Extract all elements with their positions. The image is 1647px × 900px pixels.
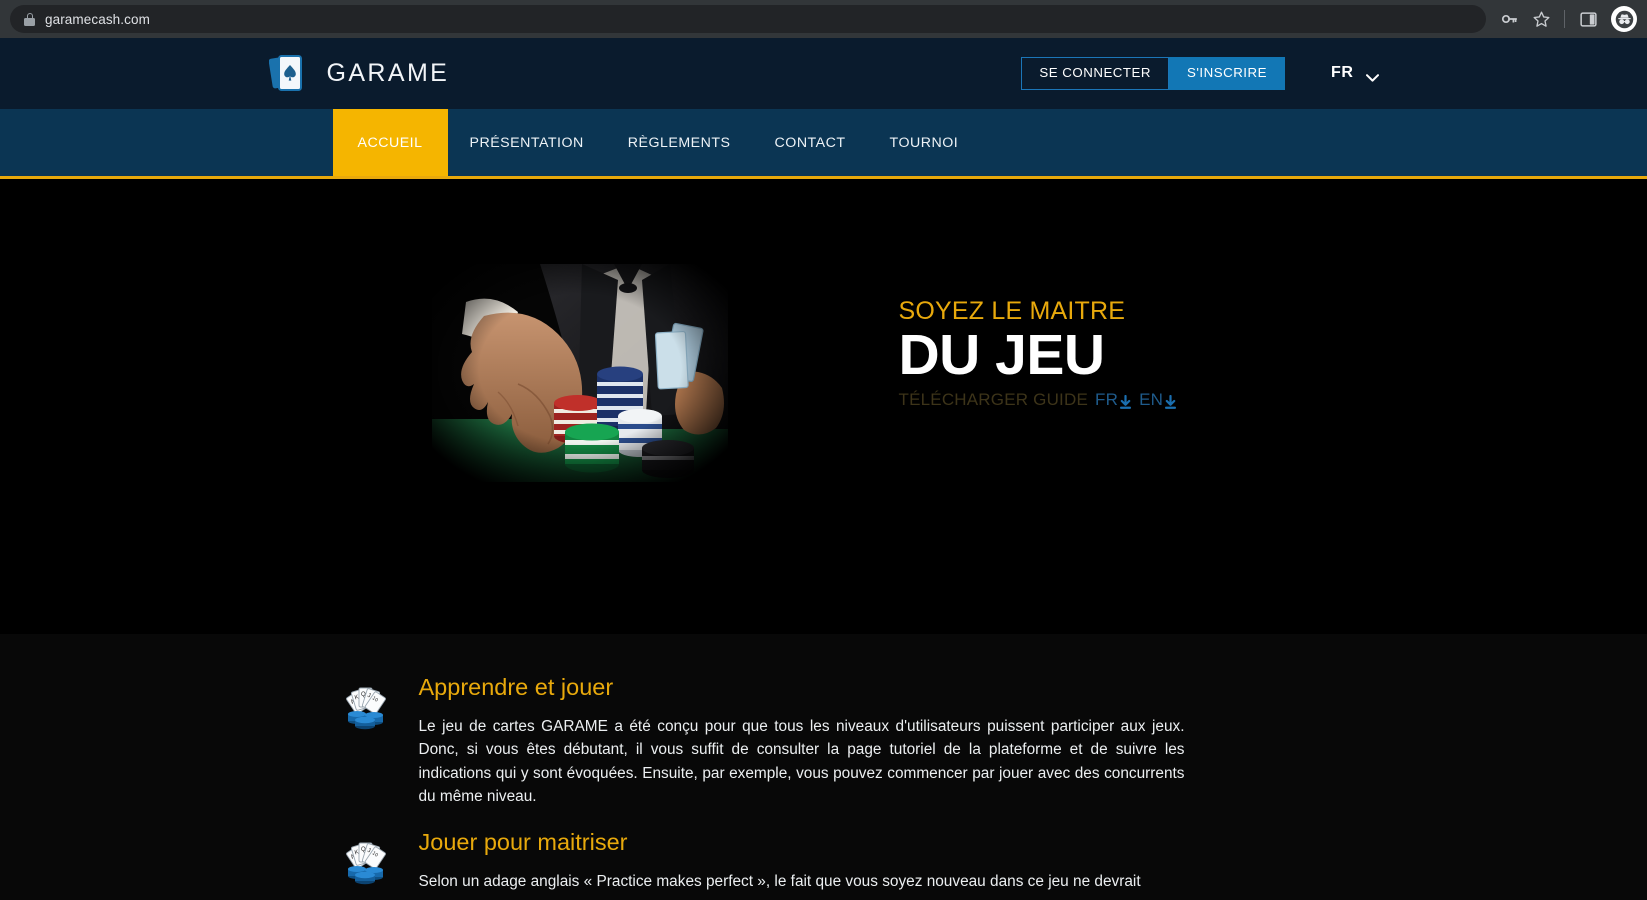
playing-cards-icon [268,51,311,97]
bookmark-star-icon[interactable] [1526,4,1556,34]
nav-label: RÈGLEMENTS [627,134,731,151]
download-guide-en[interactable]: EN [1139,390,1177,410]
download-guide-label: TÉLÉCHARGER GUIDE [898,390,1088,410]
hero-copy: SOYEZ LE MAITRE DU JEU TÉLÉCHARGER GUIDE… [899,299,1319,410]
page-root: GARAME SE CONNECTER S'INSCRIRE FR ACCUEI… [0,38,1647,900]
feature-item: A K Q J 10 [269,829,1379,893]
toolbar-divider [1564,10,1565,28]
url-text: garamecash.com [45,11,150,27]
hero-section: SOYEZ LE MAITRE DU JEU TÉLÉCHARGER GUIDE… [0,179,1647,634]
signup-button[interactable]: S'INSCRIRE [1169,57,1285,90]
language-selector[interactable]: FR [1330,64,1379,83]
feature-body: Apprendre et jouer Le jeu de cartes GARA… [419,674,1185,809]
nav-left-spacer [269,109,333,176]
language-label: FR [1330,64,1354,82]
card-fan-chips-icon: A K Q J 10 [343,684,389,730]
download-fr-label: FR [1095,390,1119,410]
features-section: A K Q J 10 Apprendre et jouer Le jeu de … [0,634,1647,900]
nav-label: PRÉSENTATION [469,134,584,151]
browser-actions [1494,4,1637,34]
nav-item-reglements[interactable]: RÈGLEMENTS [606,109,753,176]
site-header: GARAME SE CONNECTER S'INSCRIRE FR [268,38,1379,109]
browser-toolbar: garamecash.com [0,0,1647,38]
nav-label: CONTACT [774,134,846,151]
features-container: A K Q J 10 Apprendre et jouer Le jeu de … [269,674,1379,893]
feature-title: Jouer pour maitriser [418,828,628,855]
feature-item: A K Q J 10 [269,674,1379,809]
chevron-down-icon [1365,69,1379,83]
download-en-label: EN [1139,390,1164,410]
feature-text: Le jeu de cartes GARAME a été conçu pour… [418,718,1185,806]
nav-items: ACCUEIL PRÉSENTATION RÈGLEMENTS CONTACT … [269,109,1379,176]
hero-poker-image [431,264,728,482]
brand-name: GARAME [326,59,450,87]
hero-title: DU JEU [898,323,1106,387]
feature-text: Selon un adage anglais « Practice makes … [418,872,1141,890]
nav-label: TOURNOI [889,134,959,151]
lock-icon [24,12,35,26]
password-manager-icon[interactable] [1494,4,1524,34]
download-icon [1164,394,1177,410]
main-nav: ACCUEIL PRÉSENTATION RÈGLEMENTS CONTACT … [0,109,1647,179]
nav-item-accueil[interactable]: ACCUEIL [332,109,448,176]
side-panel-icon[interactable] [1573,4,1603,34]
incognito-avatar[interactable] [1611,6,1637,32]
nav-item-contact[interactable]: CONTACT [753,109,868,176]
address-bar[interactable]: garamecash.com [10,5,1486,33]
auth-button-group: SE CONNECTER S'INSCRIRE [1021,57,1285,90]
hero-download-row: TÉLÉCHARGER GUIDE FR EN [899,390,1319,410]
brand-logo[interactable]: GARAME [268,51,450,97]
download-icon [1119,394,1132,410]
login-button[interactable]: SE CONNECTER [1021,57,1170,90]
nav-label: ACCUEIL [357,134,423,151]
hero-kicker: SOYEZ LE MAITRE [898,297,1126,325]
download-guide-fr[interactable]: FR [1095,390,1132,410]
nav-item-presentation[interactable]: PRÉSENTATION [448,109,606,176]
header-actions: SE CONNECTER S'INSCRIRE FR [1021,57,1379,90]
hero-inner: SOYEZ LE MAITRE DU JEU TÉLÉCHARGER GUIDE… [269,179,1379,634]
feature-body: Jouer pour maitriser Selon un adage angl… [419,829,1185,893]
nav-item-tournoi[interactable]: TOURNOI [868,109,981,176]
card-fan-chips-icon: A K Q J 10 [343,839,389,885]
header-container: GARAME SE CONNECTER S'INSCRIRE FR [268,38,1379,109]
feature-title: Apprendre et jouer [418,674,614,700]
